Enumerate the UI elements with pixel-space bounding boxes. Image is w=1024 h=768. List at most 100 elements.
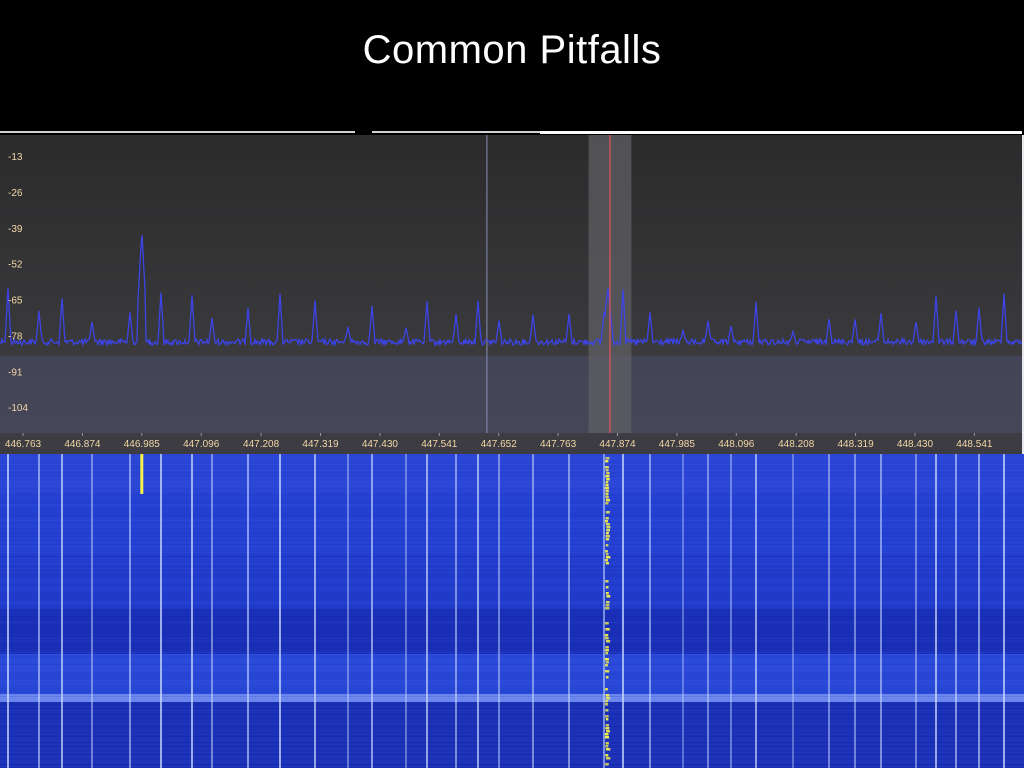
noise-streak	[0, 462, 1024, 463]
noise-streak	[0, 622, 1024, 623]
signal-trace	[605, 640, 611, 643]
carrier-line	[160, 454, 162, 768]
noise-streak	[0, 540, 1024, 541]
noise-streak	[0, 738, 1024, 739]
noise-streak	[0, 660, 1024, 661]
signal-trace	[605, 715, 609, 718]
noise-streak	[0, 578, 1024, 579]
db-tick-label: -65	[8, 296, 23, 307]
signal-trace	[606, 472, 610, 475]
signal-trace	[605, 649, 609, 652]
noise-streak	[0, 474, 1024, 475]
signal-trace	[606, 697, 611, 700]
noise-streak	[0, 510, 1024, 511]
signal-trace	[604, 733, 609, 736]
noise-streak	[0, 566, 1024, 567]
frequency-tick-label: 447.874	[599, 439, 636, 450]
noise-streak	[0, 504, 1024, 505]
carrier-line	[279, 454, 281, 768]
noise-streak	[0, 690, 1024, 691]
noise-streak	[0, 666, 1024, 667]
frequency-tick-label: 447.208	[243, 439, 280, 450]
signal-trace	[605, 688, 608, 691]
noise-streak	[0, 682, 1024, 683]
noise-streak	[0, 500, 1024, 501]
waterfall-band	[0, 609, 1024, 654]
noise-streak	[0, 662, 1024, 663]
noise-streak	[0, 692, 1024, 693]
edge-segment	[0, 131, 355, 133]
noise-streak	[0, 506, 1024, 507]
noise-streak	[0, 708, 1024, 709]
noise-streak	[0, 762, 1024, 763]
signal-trace	[604, 670, 610, 673]
noise-streak	[0, 478, 1024, 479]
noise-streak	[0, 620, 1024, 621]
noise-streak	[0, 502, 1024, 503]
noise-streak	[0, 590, 1024, 591]
signal-trace	[605, 664, 608, 667]
noise-streak	[0, 472, 1024, 473]
noise-streak	[0, 454, 1024, 455]
signal-trace	[605, 550, 608, 553]
waterfall-display[interactable]	[0, 454, 1024, 768]
db-tick-label: -104	[8, 403, 28, 414]
signal-trace	[605, 517, 609, 520]
signal-trace	[605, 562, 609, 565]
signal-trace	[140, 454, 144, 494]
spectrum-plot[interactable]: -13 -26 -39 -52 -65 -78 -91 -104 446.763 446.874 4…	[0, 135, 1022, 454]
noise-streak	[0, 494, 1024, 495]
signal-trace	[605, 469, 609, 472]
noise-streak	[0, 526, 1024, 527]
noise-streak	[0, 760, 1024, 761]
noise-streak	[0, 484, 1024, 485]
edge-segment	[372, 131, 540, 133]
noise-streak	[0, 676, 1024, 677]
noise-streak	[0, 468, 1024, 469]
noise-streak	[0, 592, 1024, 593]
db-tick-label: -91	[8, 367, 23, 378]
noise-streak	[0, 524, 1024, 525]
carrier-line	[371, 454, 373, 768]
frequency-tick-label: 447.985	[659, 439, 696, 450]
noise-streak	[0, 696, 1024, 697]
carrier-line	[314, 454, 316, 768]
signal-trace	[605, 511, 610, 514]
noise-streak	[0, 740, 1024, 741]
noise-streak	[0, 512, 1024, 513]
noise-streak	[0, 596, 1024, 597]
noise-streak	[0, 488, 1024, 489]
carrier-line	[682, 454, 684, 768]
signal-trace	[605, 586, 609, 589]
carrier-line	[129, 454, 131, 768]
signal-trace	[605, 700, 608, 703]
noise-streak	[0, 654, 1024, 655]
carrier-line	[792, 454, 794, 768]
spectrum-trace	[0, 235, 1022, 348]
signal-trace	[605, 580, 609, 583]
carrier-line	[7, 454, 9, 768]
noise-streak	[0, 766, 1024, 767]
carrier-line	[978, 454, 980, 768]
slide: Common Pitfalls -13 -26 -39 -52 -65 -78 -91 -10…	[0, 0, 1024, 768]
signal-trace	[605, 592, 609, 595]
noise-streak	[0, 628, 1024, 629]
noise-streak	[0, 634, 1024, 635]
noise-streak	[0, 618, 1024, 619]
signal-trace	[604, 736, 610, 739]
signal-trace	[605, 460, 609, 463]
signal-trace	[605, 604, 610, 607]
signal-trace	[604, 703, 609, 706]
title-bar: Common Pitfalls	[0, 0, 1024, 130]
signal-trace	[604, 637, 609, 640]
carrier-line	[935, 454, 937, 768]
noise-streak	[0, 548, 1024, 549]
frequency-tick-label: 447.763	[540, 439, 577, 450]
noise-streak	[0, 604, 1024, 605]
spectrum-svg: -13 -26 -39 -52 -65 -78 -91 -104 446.763 446.874 4…	[0, 135, 1022, 454]
signal-trace	[604, 487, 609, 490]
carrier-line	[91, 454, 93, 768]
signal-trace	[605, 727, 610, 730]
noise-streak	[0, 612, 1024, 613]
frequency-tick-label: 448.096	[718, 439, 755, 450]
